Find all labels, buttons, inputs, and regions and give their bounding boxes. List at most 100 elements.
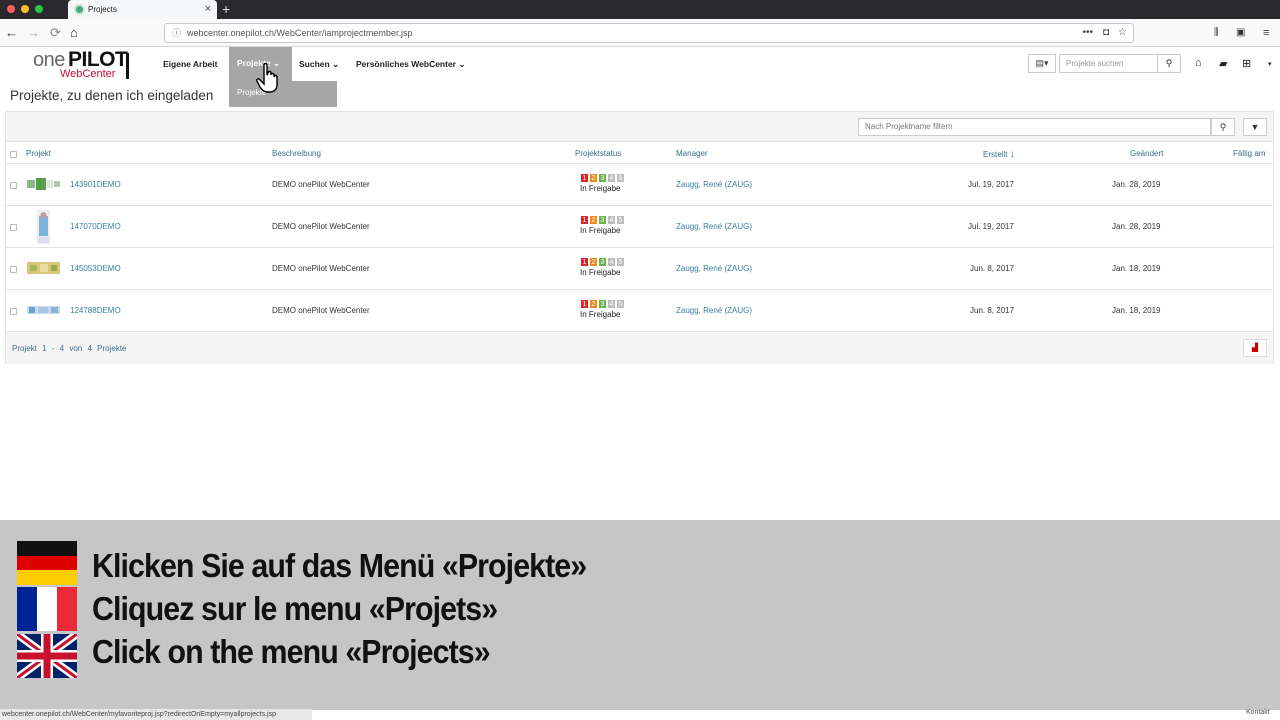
- created-date: Jun. 8, 2017: [970, 264, 1015, 273]
- bookmark-star-icon[interactable]: ☆: [1118, 24, 1127, 42]
- menu-persoenliches-webcenter[interactable]: Persönliches WebCenter ⌄: [356, 56, 466, 74]
- chevron-down-icon: ⌄: [458, 59, 466, 69]
- info-icon[interactable]: ⓘ: [172, 24, 181, 42]
- project-thumbnail[interactable]: [27, 304, 60, 316]
- col-erstellt[interactable]: Erstellt ↓: [983, 149, 1015, 160]
- browser-tabbar: Projects × +: [0, 0, 1280, 19]
- changed-date: Jan. 28, 2019: [1112, 180, 1161, 189]
- window-close-button[interactable]: [7, 5, 15, 13]
- search-icon[interactable]: ⚲: [1211, 118, 1235, 136]
- forward-icon[interactable]: →: [27, 23, 40, 43]
- status-step-4: 4: [607, 215, 616, 225]
- created-date: Jun. 8, 2017: [970, 306, 1015, 315]
- window-minimize-button[interactable]: [21, 5, 29, 13]
- panel-toolbar: Nach Projektname filtern ⚲ ▼: [6, 112, 1273, 142]
- library-icon[interactable]: ⫼: [1214, 23, 1219, 43]
- project-status: 12345 In Freigabe: [580, 173, 630, 193]
- sort-down-icon: ↓: [1009, 149, 1015, 160]
- manager-link[interactable]: Zaugg, René (ZAUG): [676, 306, 752, 315]
- project-thumbnail[interactable]: [27, 178, 60, 190]
- caption-de: Klicken Sie auf das Menü «Projekte»: [92, 547, 587, 584]
- export-icon[interactable]: ▟: [1243, 339, 1267, 357]
- col-projekt[interactable]: Projekt: [26, 149, 51, 158]
- col-faellig[interactable]: Fällig am: [1233, 149, 1265, 158]
- tab-close-icon[interactable]: ×: [205, 0, 211, 19]
- col-beschreibung[interactable]: Beschreibung: [272, 149, 321, 158]
- col-geaendert[interactable]: Geändert: [1130, 149, 1163, 158]
- search-icon[interactable]: ⚲: [1157, 54, 1181, 73]
- home-icon[interactable]: ⌂: [1195, 57, 1202, 69]
- row-checkbox[interactable]: [10, 308, 17, 315]
- col-projektstatus[interactable]: Projektstatus: [575, 149, 621, 158]
- created-date: Jul. 19, 2017: [968, 180, 1014, 189]
- kontakt-link[interactable]: Kontakt: [1246, 709, 1270, 716]
- hand-cursor-icon: [256, 63, 278, 93]
- filter-funnel-icon[interactable]: ▼: [1243, 118, 1267, 136]
- manager-link[interactable]: Zaugg, René (ZAUG): [676, 180, 752, 189]
- page-actions-icon[interactable]: •••: [1082, 24, 1093, 42]
- sidebar-icon[interactable]: ▣: [1236, 23, 1245, 43]
- status-step-3: 3: [598, 173, 607, 183]
- changed-date: Jan. 28, 2019: [1112, 222, 1161, 231]
- project-name-link[interactable]: 147070DEMO: [70, 222, 121, 231]
- row-checkbox[interactable]: [10, 224, 17, 231]
- project-status: 12345 In Freigabe: [580, 215, 630, 235]
- manager-link[interactable]: Zaugg, René (ZAUG): [676, 222, 752, 231]
- pocket-icon[interactable]: ◘: [1103, 24, 1109, 42]
- menu-suchen[interactable]: Suchen ⌄: [299, 56, 339, 74]
- new-tab-icon[interactable]: +: [222, 0, 230, 18]
- caret-down-icon[interactable]: ▾: [1268, 60, 1272, 68]
- pagination-info: Projekt 1 - 4 von 4 Projekte: [12, 344, 127, 353]
- project-description: DEMO onePilot WebCenter: [272, 264, 370, 273]
- menu-suchen-label: Suchen: [299, 59, 330, 69]
- project-name-link[interactable]: 143901DEMO: [70, 180, 121, 189]
- menu-eigene-arbeit[interactable]: Eigene Arbeit: [163, 56, 217, 74]
- chat-icon[interactable]: ▰: [1219, 57, 1227, 70]
- project-name-link[interactable]: 145053DEMO: [70, 264, 121, 273]
- project-description: DEMO onePilot WebCenter: [272, 180, 370, 189]
- status-step-4: 4: [607, 173, 616, 183]
- manager-link[interactable]: Zaugg, René (ZAUG): [676, 264, 752, 273]
- table-row[interactable]: 143901DEMO DEMO onePilot WebCenter 12345…: [6, 164, 1273, 206]
- caption-en: Click on the menu «Projects»: [92, 633, 491, 670]
- project-status: 12345 In Freigabe: [580, 299, 630, 319]
- onepilot-logo[interactable]: one PILOT WebCenter: [33, 48, 133, 81]
- status-text: In Freigabe: [580, 184, 621, 193]
- window-zoom-button[interactable]: [35, 5, 43, 13]
- tab-favicon-icon: [74, 4, 85, 15]
- status-step-2: 2: [589, 215, 598, 225]
- chevron-down-icon: ⌄: [332, 59, 340, 69]
- url-bar[interactable]: ⓘ webcenter.onepilot.ch/WebCenter/iampro…: [164, 23, 1134, 43]
- loading-icon[interactable]: ⟳: [50, 23, 61, 43]
- project-filter-input[interactable]: Nach Projektname filtern: [858, 118, 1211, 136]
- projekte-search-input[interactable]: Projekte suchen: [1059, 54, 1158, 73]
- select-all-checkbox[interactable]: [10, 151, 17, 158]
- uk-flag-icon: [17, 634, 77, 678]
- back-icon[interactable]: ←: [5, 23, 18, 43]
- browser-tab[interactable]: Projects ×: [68, 0, 217, 19]
- status-step-3: 3: [598, 215, 607, 225]
- project-thumbnail[interactable]: [27, 262, 60, 274]
- menu-icon[interactable]: ≡: [1263, 23, 1269, 43]
- caption-overlay: Klicken Sie auf das Menü «Projekte» Cliq…: [0, 520, 1280, 710]
- project-description: DEMO onePilot WebCenter: [272, 306, 370, 315]
- status-steps: 12345: [580, 257, 630, 267]
- page-title: Projekte, zu denen ich eingeladen: [10, 88, 214, 103]
- menu-persoenlich-label: Persönliches WebCenter: [356, 59, 456, 69]
- cart-icon[interactable]: ⊞: [1242, 57, 1251, 70]
- row-checkbox[interactable]: [10, 266, 17, 273]
- row-checkbox[interactable]: [10, 182, 17, 189]
- french-flag-icon: [17, 587, 77, 631]
- changed-date: Jan. 18, 2019: [1112, 306, 1161, 315]
- browser-navbar: ← → ⟳ ⌂ ⓘ webcenter.onepilot.ch/WebCente…: [0, 19, 1280, 47]
- view-switch-button[interactable]: ▤▾: [1028, 54, 1056, 73]
- project-thumbnail[interactable]: [27, 210, 60, 244]
- col-manager[interactable]: Manager: [676, 149, 708, 158]
- dropdown-item-projekte[interactable]: Projekte: [229, 81, 337, 107]
- status-step-3: 3: [598, 299, 607, 309]
- table-row[interactable]: 147070DEMO DEMO onePilot WebCenter 12345…: [6, 206, 1273, 248]
- home-icon[interactable]: ⌂: [70, 23, 78, 43]
- table-row[interactable]: 145053DEMO DEMO onePilot WebCenter 12345…: [6, 248, 1273, 290]
- project-name-link[interactable]: 124788DEMO: [70, 306, 121, 315]
- table-row[interactable]: 124788DEMO DEMO onePilot WebCenter 12345…: [6, 290, 1273, 332]
